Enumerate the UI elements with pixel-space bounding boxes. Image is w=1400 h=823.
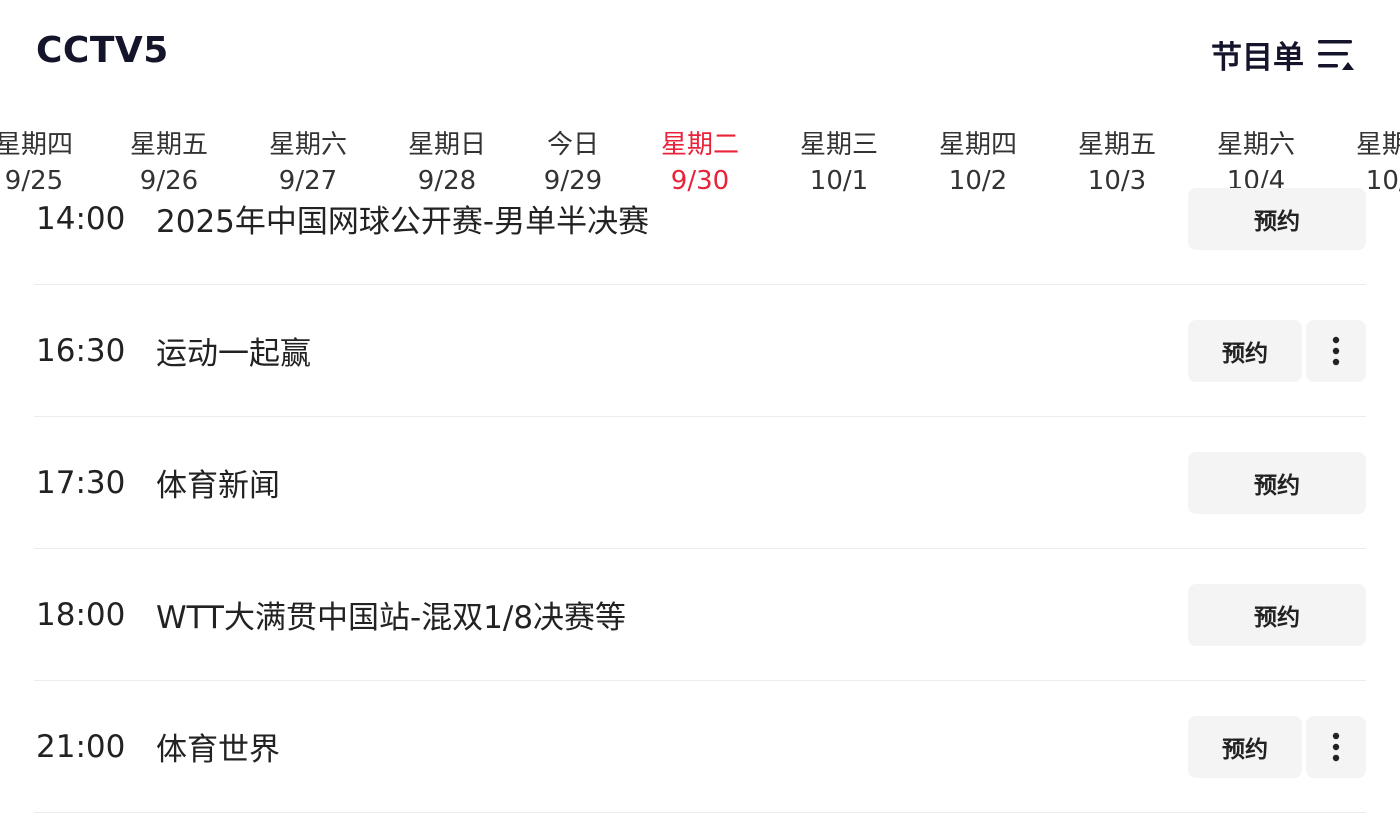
date-tab-weekday: 星期三	[799, 130, 878, 160]
more-options-button[interactable]	[1306, 715, 1366, 778]
schedule-menu-button[interactable]: 节目单	[1211, 32, 1356, 76]
program-title[interactable]: 体育新闻	[156, 417, 280, 548]
date-tab-weekday: 星期五	[129, 130, 208, 160]
list-menu-icon	[1318, 40, 1354, 70]
header: CCTV5 节目单	[0, 0, 1400, 110]
reserve-button[interactable]: 预约	[1188, 319, 1302, 382]
date-tab-weekday: 星期二	[660, 130, 739, 160]
date-tab-weekday: 星期四	[0, 130, 73, 160]
program-row: 21:00 体育世界 预约	[34, 681, 1366, 813]
channel-title: CCTV5	[36, 30, 169, 71]
program-title[interactable]: 2025年中国网球公开赛-男单半决赛	[156, 185, 649, 284]
date-tab-weekday: 星期六	[1216, 130, 1295, 160]
program-list[interactable]: 14:00 2025年中国网球公开赛-男单半决赛 预约 16:30 运动一起赢 …	[0, 185, 1400, 823]
reserve-button[interactable]: 预约	[1188, 451, 1366, 514]
program-time: 17:30	[36, 464, 126, 501]
program-title[interactable]: 运动一起赢	[156, 285, 311, 416]
program-time: 16:30	[36, 332, 126, 369]
more-vertical-icon	[1332, 336, 1340, 365]
reserve-button[interactable]: 预约	[1188, 715, 1302, 778]
program-time: 21:00	[36, 728, 126, 765]
schedule-label: 节目单	[1211, 39, 1304, 76]
reserve-button[interactable]: 预约	[1188, 187, 1366, 250]
more-options-button[interactable]	[1306, 319, 1366, 382]
program-title[interactable]: WTT大满贯中国站-混双1/8决赛等	[156, 549, 626, 680]
program-time: 18:00	[36, 596, 126, 633]
reserve-button[interactable]: 预约	[1188, 583, 1366, 646]
program-row: 17:30 体育新闻 预约	[34, 417, 1366, 549]
date-tab-weekday: 今日	[546, 130, 599, 160]
program-row: 14:00 2025年中国网球公开赛-男单半决赛 预约	[34, 185, 1366, 285]
date-tab-weekday: 星期五	[1077, 130, 1156, 160]
program-title[interactable]: 体育世界	[156, 681, 280, 812]
date-tab-weekday: 星期日	[1355, 130, 1400, 160]
program-row: 18:00 WTT大满贯中国站-混双1/8决赛等 预约	[34, 549, 1366, 681]
more-vertical-icon	[1332, 732, 1340, 761]
date-tab-weekday: 星期日	[407, 130, 486, 160]
program-row: 16:30 运动一起赢 预约	[34, 285, 1366, 417]
date-tab-weekday: 星期四	[938, 130, 1017, 160]
program-time: 14:00	[36, 200, 126, 237]
date-tab-weekday: 星期六	[268, 130, 347, 160]
